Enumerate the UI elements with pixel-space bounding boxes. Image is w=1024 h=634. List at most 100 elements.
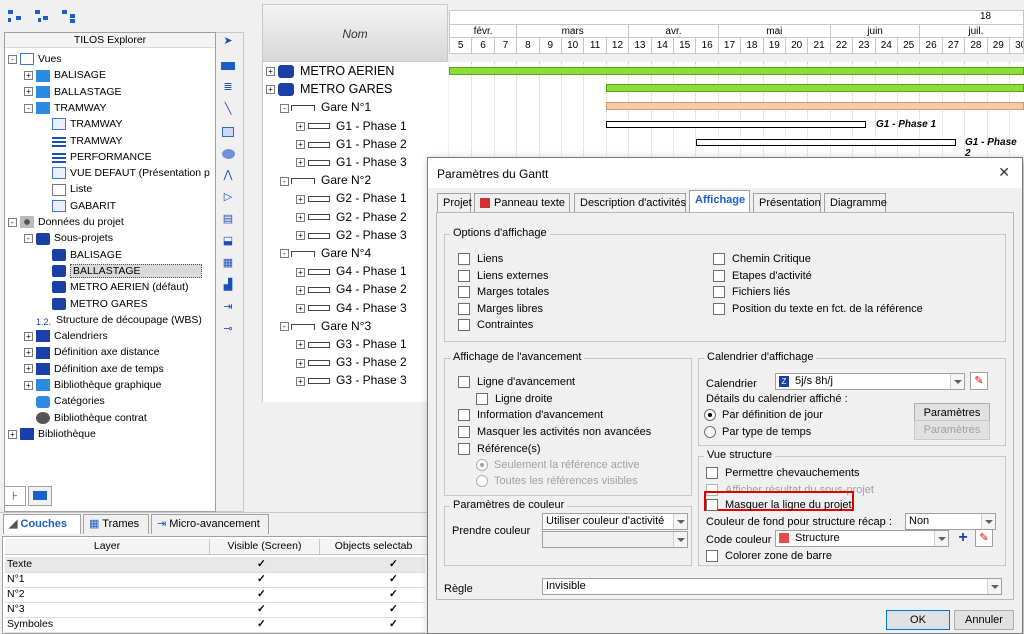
option-checkbox[interactable] — [713, 269, 725, 282]
tab-panneau-texte[interactable]: Panneau texte — [474, 193, 570, 213]
tree-level-icon[interactable] — [62, 8, 80, 24]
tree-item[interactable]: BALISAGE — [40, 247, 122, 263]
by-time-type-radio[interactable] — [704, 426, 716, 439]
list-tool-icon[interactable]: ≣ — [219, 80, 237, 96]
select-arrow-icon[interactable]: ➤ — [219, 34, 237, 50]
gantt-row[interactable]: + METRO GARES — [266, 80, 392, 98]
gantt-row[interactable]: - Gare N°1 — [280, 98, 371, 116]
calendar-parameters-disabled-button[interactable]: Paramètres — [914, 420, 990, 440]
tree-item[interactable]: VUE DEFAUT (Présentation p — [40, 165, 210, 181]
tree-item[interactable]: + BALISAGE — [24, 67, 106, 83]
gantt-row[interactable]: + G4 - Phase 3 — [296, 299, 407, 317]
allow-overlap-checkbox[interactable] — [706, 467, 718, 480]
expand-icon[interactable]: + — [296, 340, 305, 350]
explorer-tab-tree[interactable]: ⊦ — [4, 486, 26, 506]
option-checkbox[interactable] — [458, 286, 470, 299]
expand-icon[interactable]: + — [296, 285, 305, 295]
tree-item[interactable]: METRO AERIEN (défaut) — [40, 279, 188, 295]
option-marges-totales[interactable]: Marges totales — [458, 285, 549, 299]
tab-affichage[interactable]: Affichage — [689, 190, 750, 213]
edit-color-icon[interactable]: ✎ — [975, 529, 993, 547]
collapse-icon[interactable]: - — [280, 322, 289, 332]
collapse-tree-icon[interactable] — [35, 8, 53, 24]
expand-icon[interactable]: + — [24, 87, 33, 97]
tree-item[interactable]: + Bibliothèque graphique — [24, 377, 161, 393]
gantt-row[interactable]: + G4 - Phase 1 — [296, 262, 407, 280]
rectangle-tool-icon[interactable] — [219, 124, 237, 140]
gantt-row[interactable]: + G2 - Phase 2 — [296, 208, 407, 226]
hide-project-line-checkbox[interactable] — [706, 499, 718, 512]
table-row[interactable]: Texte ✓ ✓ — [5, 557, 425, 573]
expand-tree-icon[interactable] — [8, 8, 26, 24]
expand-icon[interactable]: + — [24, 348, 33, 358]
tab-micro-avancement[interactable]: ⇥ Micro-avancement — [151, 514, 269, 534]
option-etapes-d-activit-[interactable]: Etapes d'activité — [713, 269, 812, 283]
by-day-definition-option[interactable]: Par définition de jour — [704, 408, 823, 422]
option-fichiers-li-s[interactable]: Fichiers liés — [713, 285, 790, 299]
expand-icon[interactable]: + — [296, 121, 305, 131]
tab-trames[interactable]: ▦ Trames — [83, 514, 149, 534]
visible-check-icon[interactable]: ✓ — [257, 587, 266, 602]
by-day-definition-radio[interactable] — [704, 409, 716, 422]
option-marges-libres[interactable]: Marges libres — [458, 302, 543, 316]
option-checkbox[interactable] — [458, 319, 470, 332]
layers-header-layer[interactable]: Layer — [5, 539, 210, 554]
close-icon[interactable]: ✕ — [998, 164, 1010, 181]
cancel-button[interactable]: Annuler — [954, 610, 1014, 630]
line-tool-icon[interactable]: ╲ — [219, 102, 237, 118]
gantt-row[interactable]: + G4 - Phase 2 — [296, 280, 407, 298]
option-checkbox[interactable] — [713, 286, 725, 299]
metro-gares-bar[interactable] — [606, 84, 1024, 92]
option-checkbox[interactable] — [713, 302, 725, 315]
tree-item[interactable]: - Données du projet — [8, 214, 124, 230]
tree-item[interactable]: TRAMWAY — [40, 133, 123, 149]
text-tool-icon[interactable]: ▤ — [219, 212, 237, 228]
hide-unstarted-option[interactable]: Masquer les activités non avancées — [458, 425, 651, 439]
expand-icon[interactable]: + — [266, 67, 275, 77]
selectable-check-icon[interactable]: ✓ — [389, 617, 398, 632]
gantt-row[interactable]: + G3 - Phase 3 — [296, 371, 407, 389]
gare-n1-bar[interactable] — [606, 102, 1024, 110]
straight-line-option[interactable]: Ligne droite — [476, 392, 553, 406]
layers-header-selectable[interactable]: Objects selectab — [320, 539, 427, 554]
visible-check-icon[interactable]: ✓ — [257, 557, 266, 572]
collapse-icon[interactable]: - — [280, 249, 289, 259]
expand-icon[interactable]: + — [296, 358, 305, 368]
option-checkbox[interactable] — [458, 253, 470, 266]
tree-item[interactable]: + BALLASTAGE — [24, 84, 122, 100]
edit-calendar-icon[interactable]: ✎ — [970, 372, 988, 390]
expand-icon[interactable]: + — [24, 331, 33, 341]
progress-line-option[interactable]: Ligne d'avancement — [458, 375, 575, 389]
calendar-select[interactable]: Z 5j/s 8h/j — [775, 373, 965, 390]
g1-phase1-bar[interactable] — [606, 121, 866, 128]
all-references-radio[interactable] — [476, 475, 488, 488]
gantt-row[interactable]: - Gare N°2 — [280, 171, 371, 189]
bar-tool-icon[interactable] — [219, 58, 237, 74]
option-liens[interactable]: Liens — [458, 252, 503, 266]
collapse-icon[interactable]: - — [280, 176, 289, 186]
option-position-du-texte-en-fct-de-la-r-f-rence[interactable]: Position du texte en fct. de la référenc… — [713, 302, 923, 316]
visible-check-icon[interactable]: ✓ — [257, 572, 266, 587]
gantt-row[interactable]: + G2 - Phase 3 — [296, 226, 407, 244]
all-references-option[interactable]: Toutes les références visibles — [476, 474, 638, 488]
straight-line-checkbox[interactable] — [476, 393, 488, 406]
ok-button[interactable]: OK — [886, 610, 950, 630]
tree-item[interactable]: + Calendriers — [24, 328, 108, 344]
tree-item[interactable]: + Définition axe de temps — [24, 361, 164, 377]
tree-item[interactable]: - TRAMWAY — [24, 100, 107, 116]
expand-icon[interactable]: + — [266, 85, 275, 95]
selectable-check-icon[interactable]: ✓ — [389, 587, 398, 602]
option-liens-externes[interactable]: Liens externes — [458, 269, 549, 283]
expand-icon[interactable]: + — [296, 194, 305, 204]
expand-icon[interactable]: + — [296, 231, 305, 241]
gantt-row[interactable]: - Gare N°3 — [280, 317, 371, 335]
expand-icon[interactable]: + — [296, 376, 305, 386]
table-row[interactable]: N°2 ✓ ✓ — [5, 587, 425, 603]
tree-item[interactable]: + Bibliothèque — [8, 426, 96, 442]
expand-icon[interactable]: + — [296, 303, 305, 313]
layers-header-visible[interactable]: Visible (Screen) — [210, 539, 320, 554]
gantt-row[interactable]: + G2 - Phase 1 — [296, 189, 407, 207]
explorer-tab-screen[interactable] — [28, 486, 52, 506]
tree-item[interactable]: - Vues — [8, 51, 62, 67]
tree-item[interactable]: PERFORMANCE — [40, 149, 152, 165]
